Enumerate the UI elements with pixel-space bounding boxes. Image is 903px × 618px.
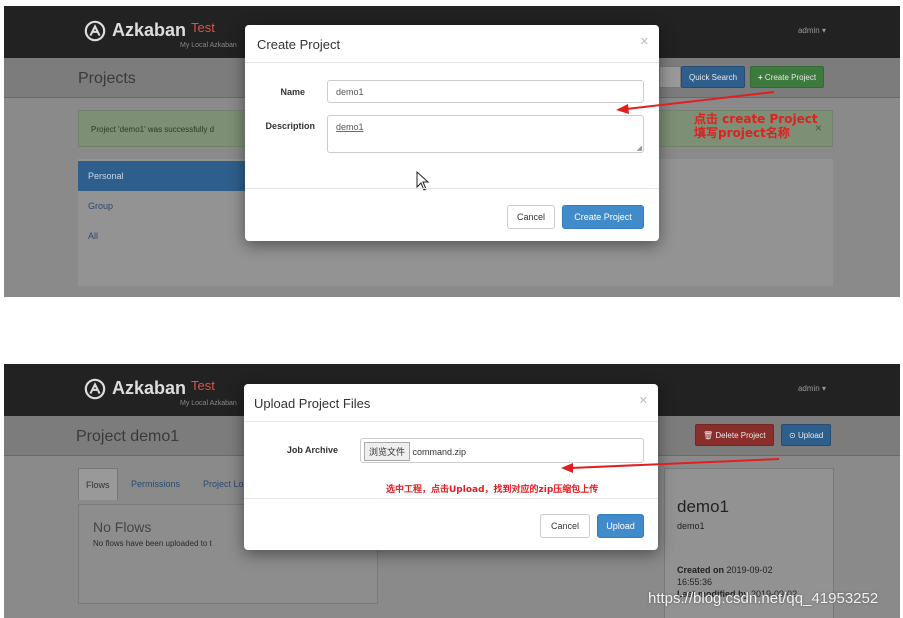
annotation-text: 选中工程，点击Upload，找到对应的zip压缩包上传 — [386, 485, 599, 495]
watermark: https://blog.csdn.net/qq_41953252 — [648, 590, 879, 607]
annotation-text: 点击 create Project 填写project名称 — [694, 112, 818, 140]
upload-project-screenshot: Azkaban Test My Local Azkaban admin ▾ Pr… — [4, 364, 900, 618]
annotation-arrow — [616, 91, 775, 114]
annotation-line-1: 点击 create Project — [694, 112, 818, 126]
annotation-line-2: 填写project名称 — [694, 126, 790, 140]
create-project-screenshot: Azkaban Test My Local Azkaban admin ▾ Pr… — [4, 6, 900, 297]
